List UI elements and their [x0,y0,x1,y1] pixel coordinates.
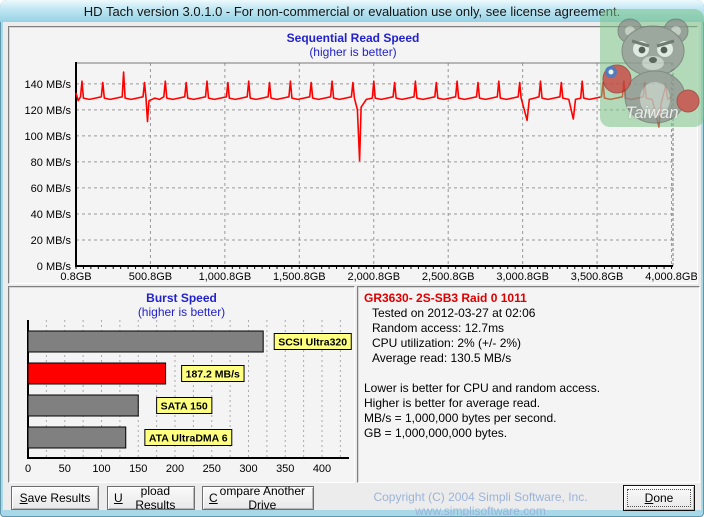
svg-text:60 MB/s: 60 MB/s [31,183,72,195]
client-area: Sequential Read Speed (higher is better)… [3,22,701,517]
titlebar[interactable]: HD Tach version 3.0.1.0 - For non-commer… [0,0,704,22]
save-results-button[interactable]: Save Results [11,486,99,510]
svg-text:40 MB/s: 40 MB/s [31,209,72,221]
svg-text:1,500.8GB: 1,500.8GB [273,271,326,283]
drive-detail-line: CPU utilization: 2% (+/- 2%) [372,336,522,350]
svg-text:100 MB/s: 100 MB/s [25,131,72,143]
svg-text:1,000.8GB: 1,000.8GB [199,271,252,283]
svg-text:50: 50 [59,463,71,475]
results-info-panel: GR3630- 2S-SB3 Raid 0 1011 Tested on 201… [357,286,700,483]
done-button[interactable]: Done [623,485,695,511]
info-note-line: GB = 1,000,000,000 bytes. [364,426,508,440]
svg-text:2,000.8GB: 2,000.8GB [347,271,400,283]
svg-text:SCSI Ultra320: SCSI Ultra320 [278,337,347,349]
svg-text:3,000.8GB: 3,000.8GB [496,271,549,283]
svg-text:0.8GB: 0.8GB [60,271,91,283]
burst-speed-panel: Burst Speed (higher is better) SCSI Ultr… [8,286,355,483]
info-notes: Lower is better for CPU and random acces… [364,381,695,441]
copyright-text: Copyright (C) 2004 Simpli Software, Inc.… [373,490,588,517]
svg-text:300: 300 [239,463,257,475]
svg-text:100: 100 [92,463,110,475]
svg-text:0: 0 [25,463,31,475]
svg-text:SATA 150: SATA 150 [161,401,208,413]
hd-tach-window: HD Tach version 3.0.1.0 - For non-commer… [0,0,704,517]
svg-text:400: 400 [313,463,331,475]
info-note-line: Higher is better for average read. [364,396,541,410]
svg-text:150: 150 [129,463,147,475]
drive-detail-line: Random access: 12.7ms [372,321,505,335]
upload-results-button[interactable]: Upload Results [107,484,195,512]
svg-text:2,500.8GB: 2,500.8GB [422,271,475,283]
compare-another-drive-button[interactable]: Compare Another Drive [202,484,314,512]
svg-text:200: 200 [166,463,184,475]
drive-detail-line: Tested on 2012-03-27 at 02:06 [372,306,536,320]
burst-speed-chart: SCSI Ultra320 187.2 MB/s SATA 150 ATA Ultra… [25,320,352,475]
svg-text:250: 250 [203,463,221,475]
svg-text:4,000.8GB: 4,000.8GB [645,271,697,283]
svg-text:20 MB/s: 20 MB/s [31,235,72,247]
svg-text:80 MB/s: 80 MB/s [31,157,72,169]
sequential-read-panel: Sequential Read Speed (higher is better)… [8,26,698,284]
svg-text:ATA UltraDMA 6: ATA UltraDMA 6 [149,433,228,445]
svg-text:3,500.8GB: 3,500.8GB [571,271,624,283]
sequential-read-chart: 0 MB/s20 MB/s40 MB/s60 MB/s80 MB/s100 MB… [25,62,697,283]
svg-text:350: 350 [276,463,294,475]
svg-text:500.8GB: 500.8GB [129,271,172,283]
info-note-line: MB/s = 1,000,000 bytes per second. [364,411,557,425]
window-title: HD Tach version 3.0.1.0 - For non-commer… [83,3,621,19]
drive-name: GR3630- 2S-SB3 Raid 0 1011 [364,291,527,305]
svg-text:140 MB/s: 140 MB/s [25,79,72,91]
drive-details: Tested on 2012-03-27 at 02:06 Random acce… [364,306,695,366]
svg-text:187.2 MB/s: 187.2 MB/s [186,369,240,381]
info-note-line: Lower is better for CPU and random acces… [364,381,601,395]
svg-text:120 MB/s: 120 MB/s [25,105,72,117]
drive-detail-line: Average read: 130.5 MB/s [372,351,512,365]
